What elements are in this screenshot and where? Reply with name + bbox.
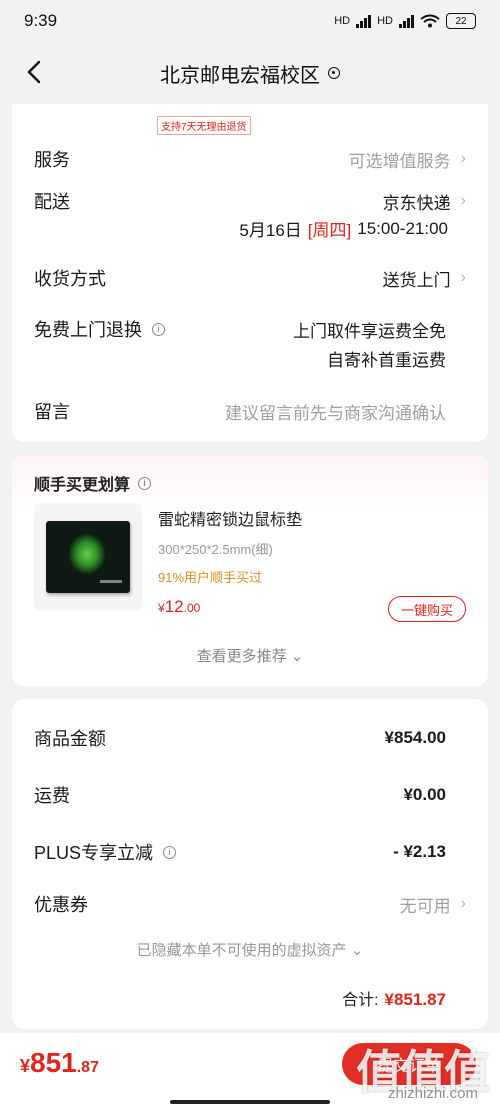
- bottom-total-price: ¥851.87: [20, 1047, 99, 1079]
- goods-amount-label: 商品金额: [34, 729, 106, 749]
- goods-amount-row: 商品金额 ¥854.00: [34, 725, 466, 751]
- delivery-window: 15:00-21:00: [357, 218, 448, 238]
- chevron-right-icon: ›: [460, 192, 466, 209]
- goods-amount-value: ¥854.00: [384, 728, 446, 747]
- order-info-card: 支持7天无理由退货 服务 可选增值服务 › 配送 京东快递 › 5月16日 [周…: [12, 104, 488, 442]
- hidden-assets-toggle[interactable]: 已隐藏本单不可使用的虚拟资产 ⌄: [12, 939, 488, 960]
- upsell-title-text: 顺手买更划算: [34, 477, 131, 494]
- wifi-icon: [420, 14, 440, 28]
- nav-bar: 北京邮电宏福校区: [0, 42, 500, 104]
- product-price-currency: ¥: [158, 601, 165, 615]
- delivery-row[interactable]: 配送 京东快递 ›: [34, 188, 466, 214]
- info-icon[interactable]: i: [152, 322, 165, 336]
- free-return-line2: 自寄补首重运费: [327, 351, 446, 370]
- chevron-right-icon: ›: [460, 269, 466, 286]
- plus-discount-label: PLUS专享立减 i: [34, 839, 177, 865]
- bottom-price-currency: ¥: [20, 1056, 31, 1076]
- message-label: 留言: [34, 402, 70, 422]
- product-price-dec: .00: [183, 601, 201, 615]
- message-row[interactable]: 留言 建议留言前先与商家沟通确认: [34, 398, 466, 424]
- chevron-down-icon: ⌄: [350, 942, 364, 959]
- signal-icon-2: [399, 14, 414, 28]
- total-value: ¥851.87: [384, 990, 446, 1009]
- free-return-label: 免费上门退换 i: [34, 316, 165, 342]
- coupon-row[interactable]: 优惠券 无可用 ›: [34, 891, 466, 917]
- chevron-right-icon: ›: [460, 895, 466, 912]
- shipping-value: ¥0.00: [403, 785, 446, 804]
- product-price-int: 12: [164, 597, 184, 616]
- receive-label: 收货方式: [34, 269, 106, 289]
- receive-value-text: 送货上门: [382, 270, 451, 290]
- delivery-weekday: [周四]: [307, 221, 352, 240]
- shipping-row: 运费 ¥0.00: [34, 782, 466, 808]
- coupon-value-text: 无可用: [399, 896, 451, 916]
- free-return-line1: 上门取件享运费全免: [293, 321, 446, 341]
- product-image[interactable]: [34, 503, 142, 611]
- free-return-label-text: 免费上门退换: [34, 320, 142, 340]
- free-return-line2-row: 自寄补首重运费: [34, 346, 446, 371]
- hd-label-2: HD: [377, 15, 393, 27]
- free-return-row: 免费上门退换 i 上门取件享运费全免: [34, 316, 466, 342]
- return-badge: 支持7天无理由退货: [157, 116, 251, 135]
- price-summary-card: 商品金额 ¥854.00 运费 ¥0.00 PLUS专享立减 i - ¥2.13…: [12, 699, 488, 1029]
- chevron-right-icon: ›: [460, 150, 466, 167]
- receive-row[interactable]: 收货方式 送货上门 ›: [34, 265, 466, 291]
- coupon-label: 优惠券: [34, 895, 88, 915]
- plus-discount-label-text: PLUS专享立减: [34, 843, 154, 863]
- mousepad-image: [46, 521, 130, 593]
- battery-icon: 22: [446, 13, 476, 29]
- status-icons: HD HD 22: [334, 13, 476, 29]
- watermark-sub: zhizhizhi.com: [387, 1085, 478, 1102]
- more-recommendations-text: 查看更多推荐: [196, 648, 287, 665]
- hidden-assets-text: 已隐藏本单不可使用的虚拟资产: [136, 942, 347, 959]
- service-value: 可选增值服务 ›: [349, 147, 466, 172]
- coupon-value: 无可用 ›: [400, 892, 466, 917]
- delivery-carrier: 京东快递 ›: [383, 189, 466, 214]
- service-row[interactable]: 服务 可选增值服务 ›: [34, 146, 466, 172]
- address-title[interactable]: 北京邮电宏福校区: [160, 59, 340, 88]
- more-recommendations-link[interactable]: 查看更多推荐 ⌄: [12, 645, 488, 666]
- plus-discount-row: PLUS专享立减 i - ¥2.13: [34, 839, 466, 865]
- total-row: 合计: ¥851.87: [342, 986, 446, 1010]
- back-icon: [27, 60, 41, 84]
- one-click-buy-button[interactable]: 一键购买: [388, 596, 466, 622]
- hd-label-1: HD: [334, 15, 351, 27]
- delivery-carrier-text: 京东快递: [382, 193, 451, 213]
- delivery-label: 配送: [34, 192, 70, 212]
- product-spec: 300*250*2.5mm(细): [158, 542, 273, 557]
- shipping-label: 运费: [34, 786, 70, 806]
- product-name[interactable]: 雷蛇精密锁边鼠标垫: [158, 506, 302, 530]
- status-time: 9:39: [24, 11, 58, 30]
- back-button[interactable]: [18, 56, 50, 88]
- info-icon[interactable]: i: [138, 476, 152, 490]
- plus-discount-value: - ¥2.13: [393, 842, 446, 861]
- delivery-time: 5月16日 [周四] 15:00-21:00: [239, 216, 448, 241]
- bottom-price-dec: .87: [76, 1059, 99, 1076]
- product-tag: 91%用户顺手买过: [158, 570, 263, 585]
- delivery-date: 5月16日: [239, 221, 302, 240]
- receive-value: 送货上门 ›: [383, 266, 466, 291]
- message-input[interactable]: 建议留言前先与商家沟通确认: [225, 399, 466, 424]
- service-label: 服务: [34, 150, 70, 170]
- bottom-price-int: 851: [30, 1047, 77, 1078]
- chevron-down-icon: ⌄: [290, 648, 304, 665]
- upsell-card: 顺手买更划算 i 雷蛇精密锁边鼠标垫 300*250*2.5mm(细) 91%用…: [12, 455, 488, 686]
- status-bar: 9:39 HD HD 22: [0, 0, 500, 42]
- delivery-time-row[interactable]: 5月16日 [周四] 15:00-21:00: [34, 216, 448, 241]
- total-label: 合计:: [342, 992, 379, 1009]
- signal-icon: [356, 14, 372, 28]
- page-title: 北京邮电宏福校区: [160, 64, 320, 87]
- info-icon[interactable]: i: [163, 845, 177, 859]
- location-pin-icon: [328, 67, 340, 79]
- product-price: ¥12.00: [158, 597, 200, 617]
- service-value-text: 可选增值服务: [348, 151, 451, 171]
- home-indicator[interactable]: [170, 1100, 330, 1104]
- upsell-title: 顺手买更划算 i: [34, 471, 152, 495]
